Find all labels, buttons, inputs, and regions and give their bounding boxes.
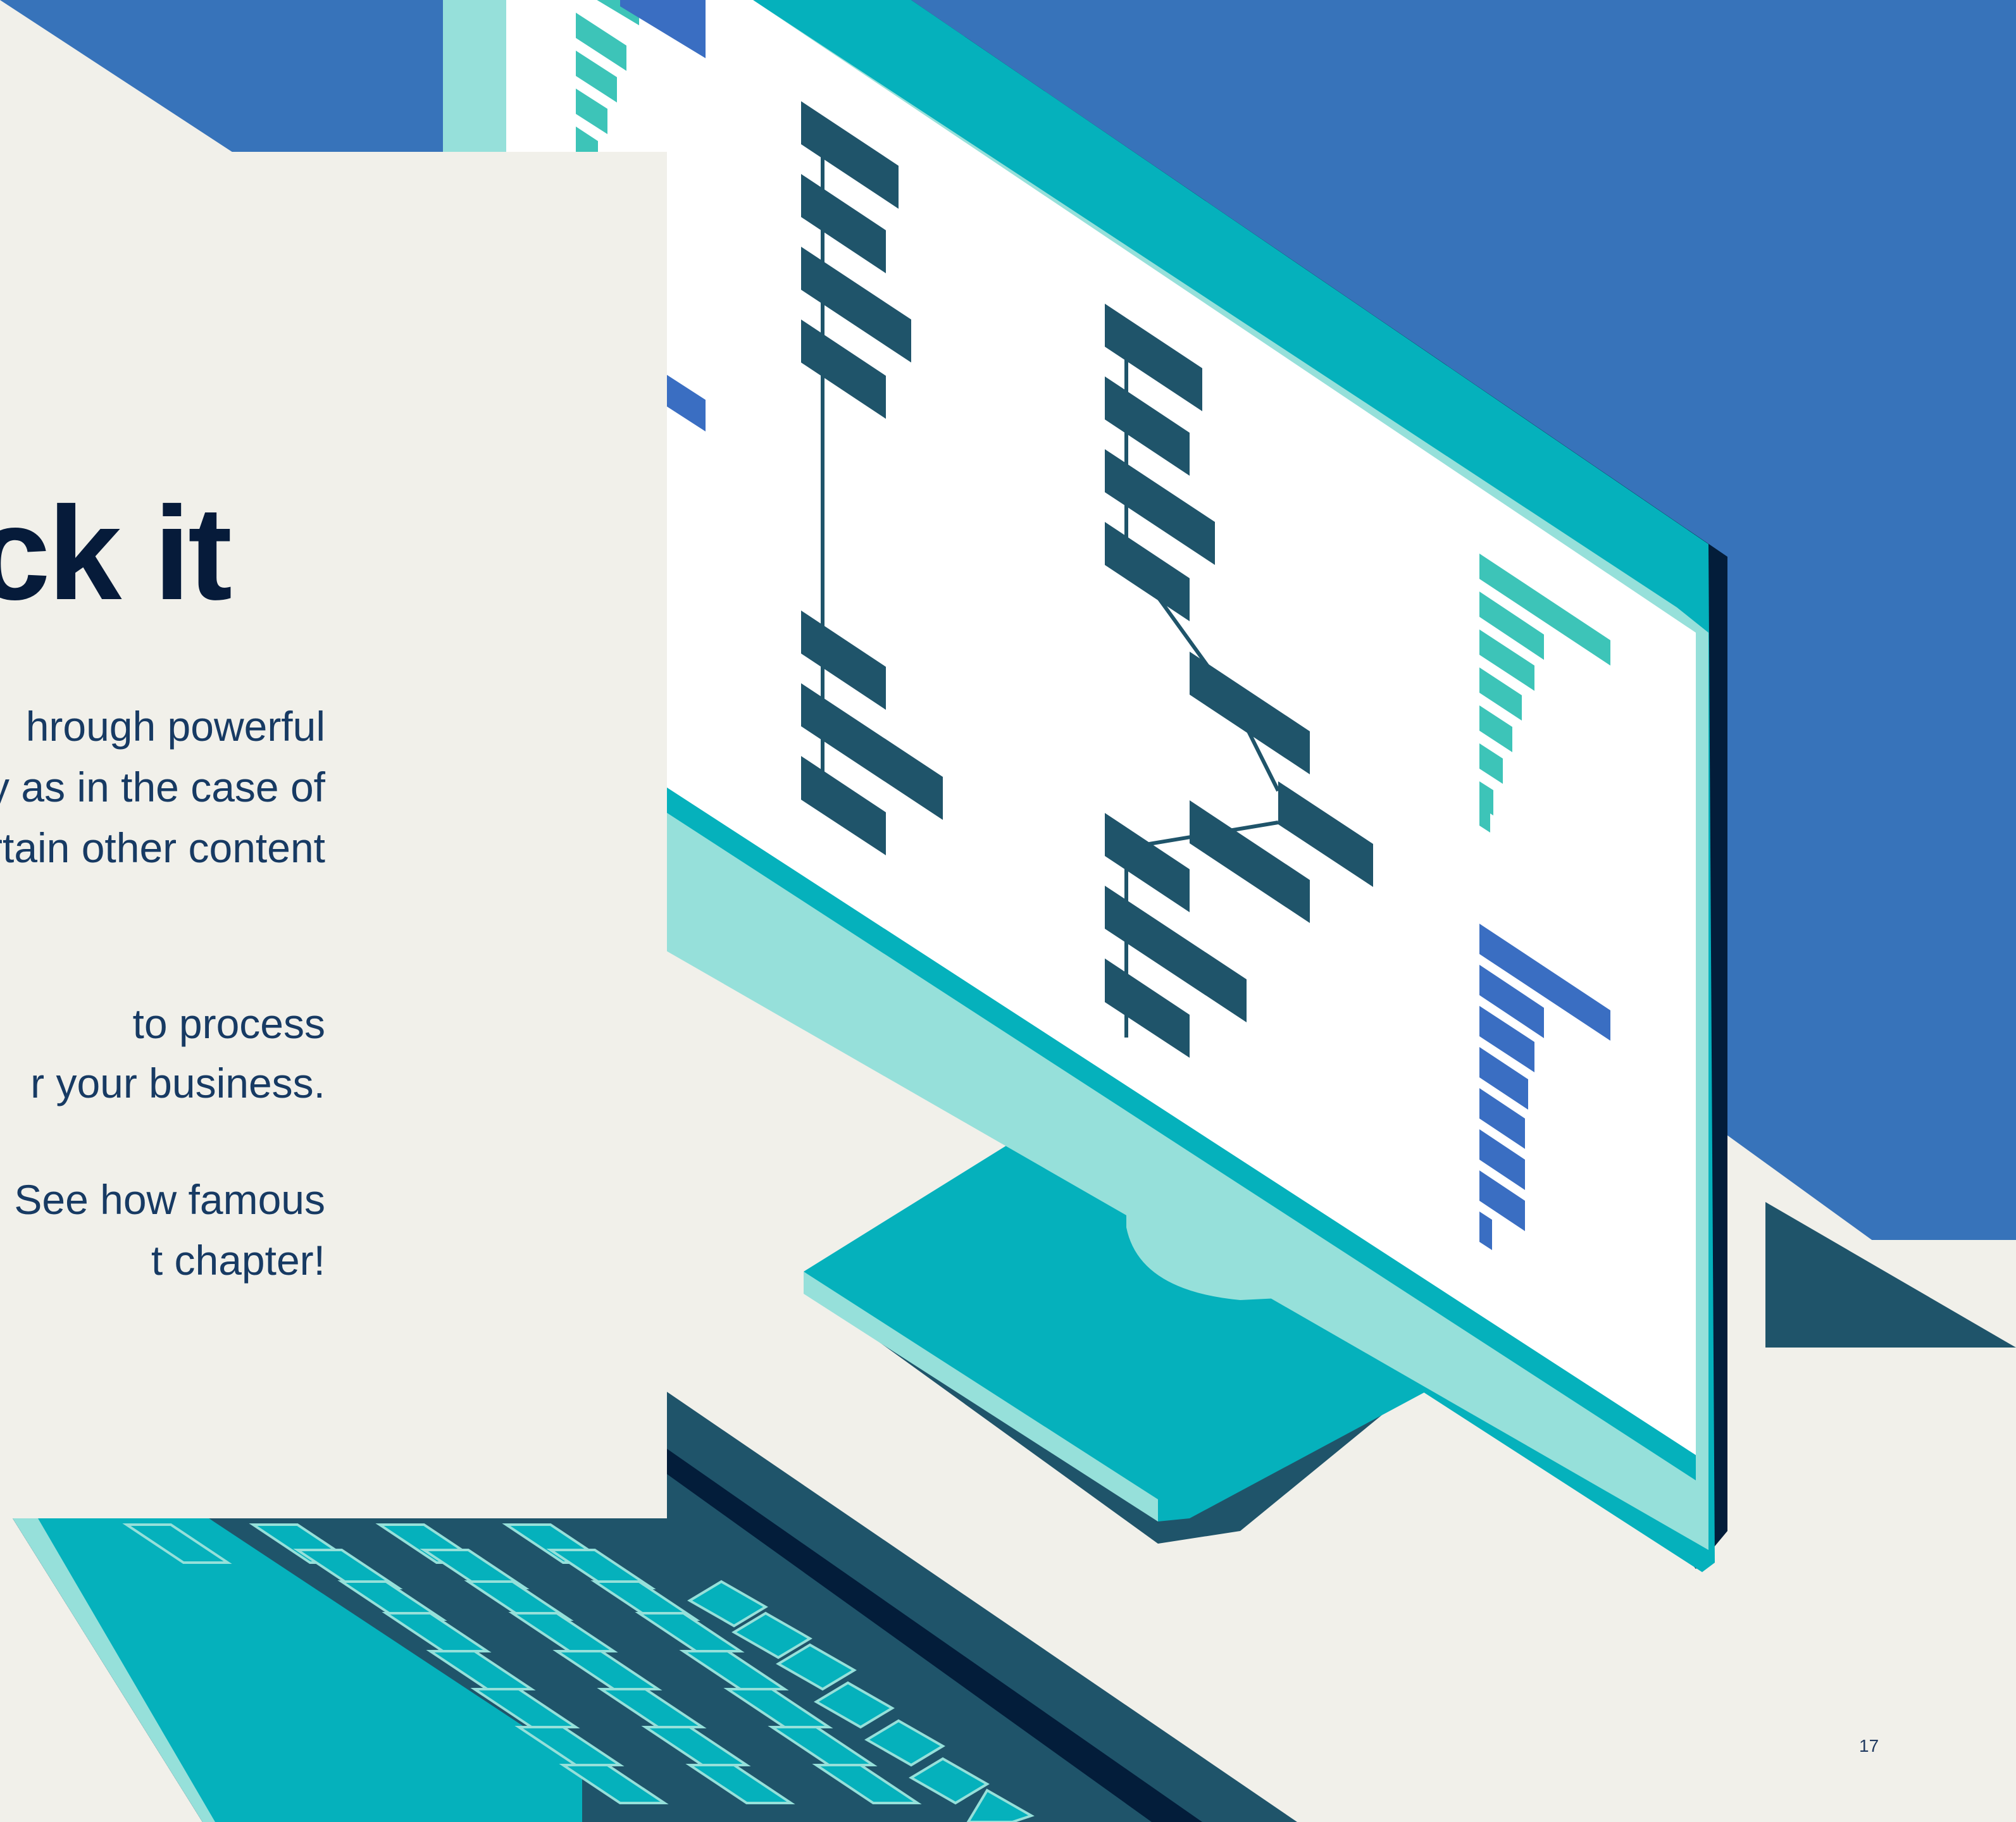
body-line: See how famous (14, 1176, 325, 1223)
headline: ck it (0, 479, 232, 628)
body-line: t chapter! (151, 1237, 325, 1284)
body-line: ly as in the case of (0, 764, 325, 810)
body-line: r your business. (30, 1060, 325, 1106)
page-number: 17 (1859, 1736, 1879, 1756)
body-line: to process (132, 1000, 325, 1047)
body-line: rtain other content (0, 824, 325, 871)
body-line: hrough powerful (25, 703, 325, 750)
text-panel: ck it hrough powerful ly as in the case … (0, 152, 667, 1518)
